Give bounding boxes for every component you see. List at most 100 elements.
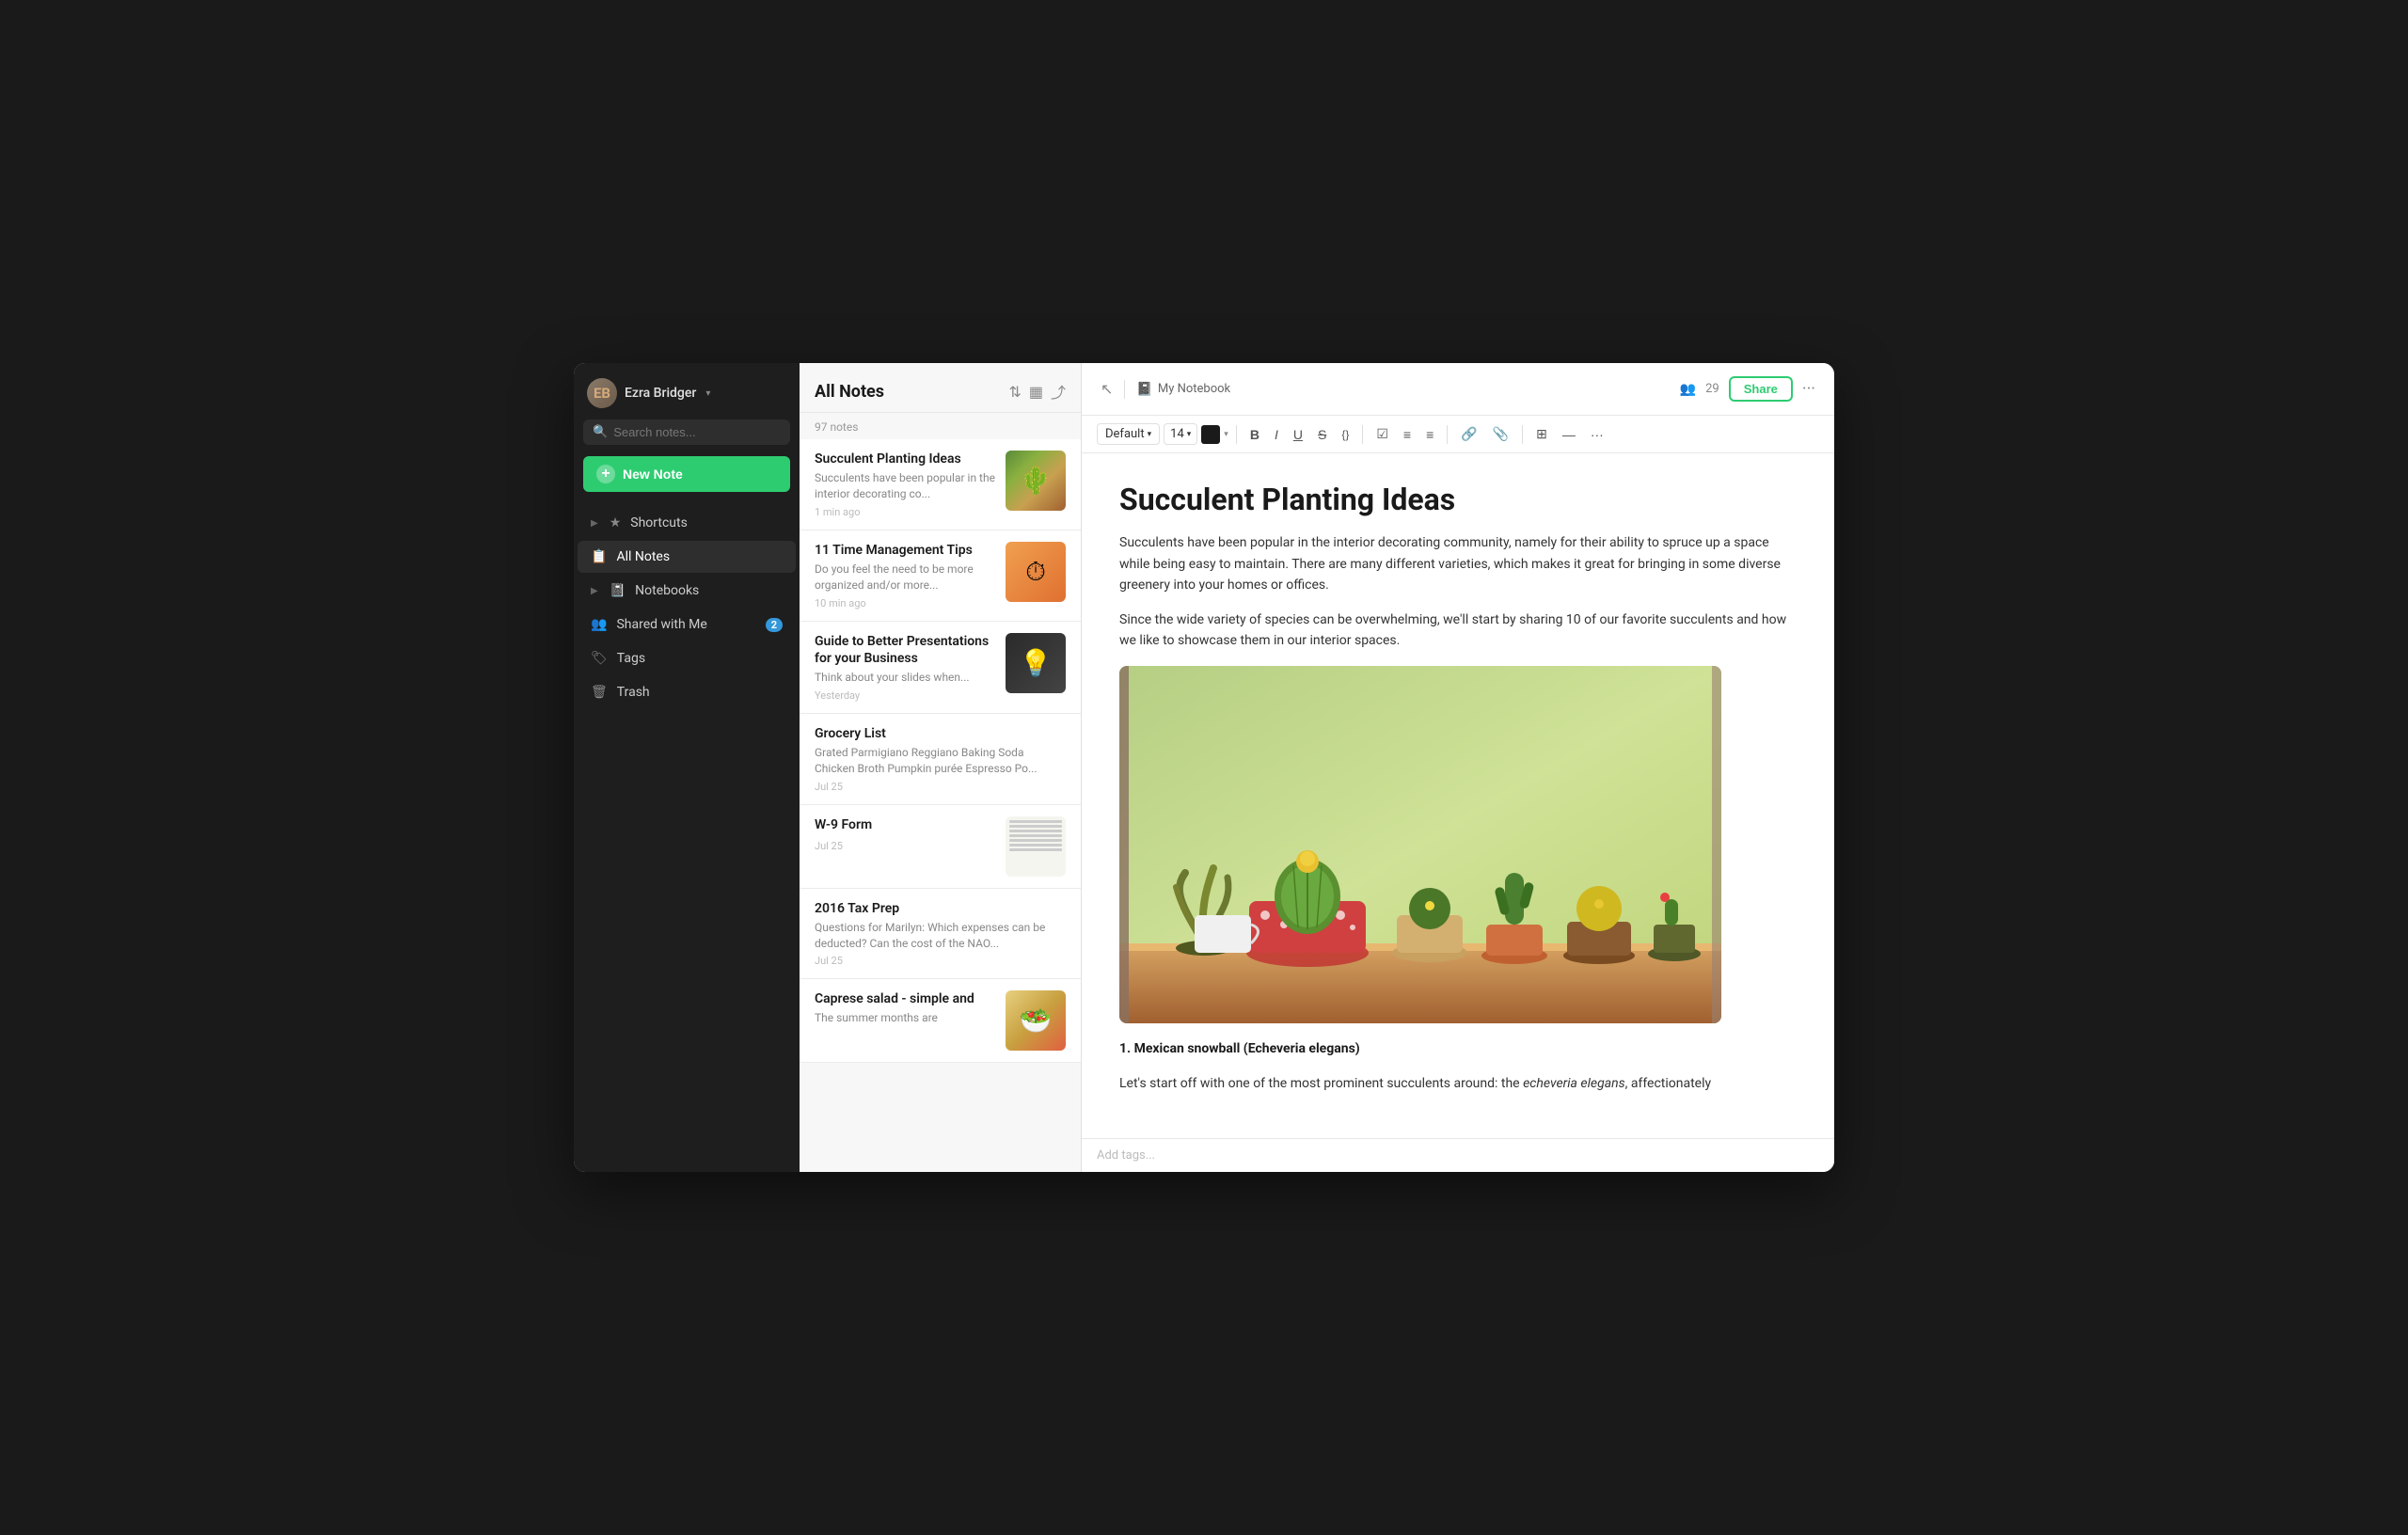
notes-list-title: All Notes <box>815 382 884 402</box>
bold-button[interactable]: B <box>1244 424 1265 445</box>
editor-content[interactable]: Succulent Planting Ideas Succulents have… <box>1082 453 1834 1138</box>
note-text: Caprese salad - simple and The summer mo… <box>815 990 996 1030</box>
note-title: Succulent Planting Ideas <box>815 451 996 467</box>
underline-button[interactable]: U <box>1288 424 1308 445</box>
note-title: Grocery List <box>815 725 1066 742</box>
note-preview: Grated Parmigiano Reggiano Baking Soda C… <box>815 745 1066 777</box>
editor-paragraph-2: Since the wide variety of species can be… <box>1119 609 1797 652</box>
note-item-caprese[interactable]: Caprese salad - simple and The summer mo… <box>800 979 1081 1063</box>
collaborators-icon: 👥 <box>1680 382 1696 397</box>
thumb-management-image <box>1006 542 1066 602</box>
section-1-title: 1. Mexican snowball (Echeveria elegans) <box>1119 1038 1797 1059</box>
strikethrough-button[interactable]: S <box>1312 424 1332 445</box>
notebooks-icon: 📓 <box>610 583 626 598</box>
table-button[interactable]: ⊞ <box>1530 423 1553 445</box>
collaborators-count: 29 <box>1705 382 1719 396</box>
succulent-scene-svg <box>1119 666 1721 1023</box>
note-title: 2016 Tax Prep <box>815 900 1066 917</box>
notes-count: 97 notes <box>800 413 1081 439</box>
link-button[interactable]: 🔗 <box>1455 423 1482 445</box>
sidebar-item-tags[interactable]: 🏷 Tags <box>578 642 796 674</box>
editor-body: Succulents have been popular in the inte… <box>1119 532 1797 651</box>
more-options-icon[interactable]: ··· <box>1802 379 1815 399</box>
note-time: 10 min ago <box>815 597 996 609</box>
form-line <box>1009 825 1062 828</box>
user-name: Ezra Bridger <box>625 386 696 401</box>
note-item-time-mgmt[interactable]: 11 Time Management Tips Do you feel the … <box>800 530 1081 622</box>
note-preview: The summer months are <box>815 1010 996 1026</box>
note-item-w9form[interactable]: W-9 Form Jul 25 <box>800 805 1081 889</box>
sidebar-item-shortcuts[interactable]: ▶ ★ Shortcuts <box>578 507 796 539</box>
new-note-button[interactable]: + New Note <box>583 456 790 492</box>
note-thumbnail <box>1006 990 1066 1051</box>
note-text: Grocery List Grated Parmigiano Reggiano … <box>815 725 1066 793</box>
font-chevron: ▾ <box>1148 430 1152 439</box>
avatar-image: EB <box>587 378 617 408</box>
topbar-right: 👥 29 Share ··· <box>1680 376 1815 402</box>
tags-label: Tags <box>617 651 645 666</box>
italic-button[interactable]: I <box>1269 424 1284 445</box>
size-chevron: ▾ <box>1187 430 1192 439</box>
note-item-grocery[interactable]: Grocery List Grated Parmigiano Reggiano … <box>800 714 1081 805</box>
note-text: W-9 Form Jul 25 <box>815 816 996 852</box>
topbar-divider <box>1124 380 1125 399</box>
sidebar-item-notebooks[interactable]: ▶ 📓 Notebooks <box>578 575 796 607</box>
thumb-presentation-image <box>1006 633 1066 693</box>
font-select[interactable]: Default ▾ <box>1097 423 1160 445</box>
archive-icon[interactable]: ⤴ <box>1051 380 1066 403</box>
code-button[interactable]: {} <box>1336 425 1354 444</box>
checkbox-button[interactable]: ☑ <box>1370 423 1394 445</box>
user-menu-chevron: ▾ <box>705 388 710 399</box>
editor-footer[interactable]: Add tags... <box>1082 1138 1834 1172</box>
notes-list-panel: All Notes ⇅ ▦ ⤴ 97 notes Succulent Plant… <box>800 363 1082 1172</box>
note-preview: Succulents have been popular in the inte… <box>815 470 996 502</box>
toolbar-separator <box>1522 425 1523 444</box>
color-swatch <box>1204 433 1217 435</box>
note-item-succulent[interactable]: Succulent Planting Ideas Succulents have… <box>800 439 1081 530</box>
note-time: Yesterday <box>815 689 996 702</box>
numbered-list-button[interactable]: ≡ <box>1420 424 1439 445</box>
plus-icon: + <box>596 465 615 483</box>
shortcuts-icon: ★ <box>610 515 622 530</box>
formatting-toolbar: Default ▾ 14 ▾ ▾ B I U S {} ☑ ≡ ≡ 🔗 📎 <box>1082 416 1834 453</box>
notebook-icon: 📓 <box>1136 382 1152 397</box>
layout-icon[interactable]: ▦ <box>1029 383 1043 401</box>
avatar[interactable]: EB <box>587 378 617 408</box>
note-time: Jul 25 <box>815 955 1066 967</box>
back-icon[interactable]: ↖ <box>1101 380 1113 398</box>
note-editor-title: Succulent Planting Ideas <box>1119 482 1797 517</box>
all-notes-icon: 📋 <box>591 549 607 564</box>
font-size: 14 <box>1170 427 1184 441</box>
attachment-button[interactable]: 📎 <box>1487 423 1514 445</box>
sidebar-item-shared[interactable]: 👥 Shared with Me 2 <box>578 609 796 641</box>
all-notes-label: All Notes <box>616 549 670 564</box>
note-title: W-9 Form <box>815 816 996 833</box>
note-title: 11 Time Management Tips <box>815 542 996 559</box>
form-line <box>1009 839 1062 842</box>
notebook-label[interactable]: 📓 My Notebook <box>1136 382 1230 397</box>
search-bar[interactable]: 🔍 <box>583 419 790 445</box>
font-size-select[interactable]: 14 ▾ <box>1164 423 1197 445</box>
note-time: 1 min ago <box>815 506 996 518</box>
color-chevron[interactable]: ▾ <box>1224 430 1228 439</box>
notebooks-arrow: ▶ <box>591 586 598 596</box>
editor-topbar: ↖ 📓 My Notebook 👥 29 Share ··· <box>1082 363 1834 416</box>
note-item-presentations[interactable]: Guide to Better Presentations for your B… <box>800 622 1081 714</box>
sidebar-item-all-notes[interactable]: 📋 All Notes <box>578 541 796 573</box>
sidebar-item-trash[interactable]: 🗑 Trash <box>578 676 796 708</box>
share-button[interactable]: Share <box>1729 376 1793 402</box>
note-preview: Do you feel the need to be more organize… <box>815 562 996 593</box>
divider-button[interactable]: — <box>1557 424 1581 445</box>
bullet-list-button[interactable]: ≡ <box>1398 424 1417 445</box>
more-formatting-button[interactable]: ··· <box>1585 424 1609 445</box>
search-input[interactable] <box>613 425 781 439</box>
text-color-button[interactable] <box>1201 425 1220 444</box>
note-item-tax[interactable]: 2016 Tax Prep Questions for Marilyn: Whi… <box>800 889 1081 980</box>
form-line <box>1009 844 1062 847</box>
sort-icon[interactable]: ⇅ <box>1008 383 1021 401</box>
form-line <box>1009 834 1062 837</box>
note-thumbnail <box>1006 633 1066 693</box>
toolbar-separator <box>1236 425 1237 444</box>
note-time: Jul 25 <box>815 840 996 852</box>
section-1-text-after: , affectionately <box>1625 1076 1712 1091</box>
